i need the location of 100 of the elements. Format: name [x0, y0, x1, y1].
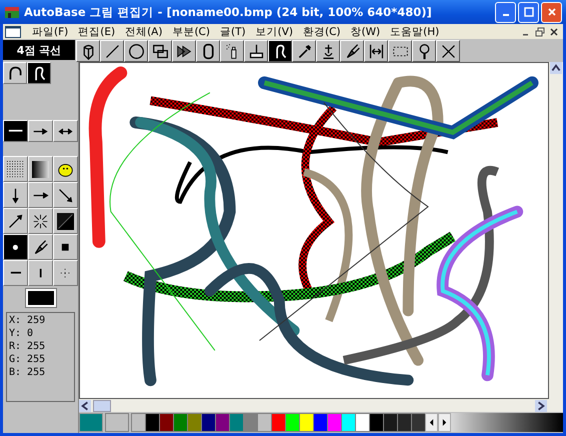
menu-item[interactable]: 도움말(H) — [385, 24, 444, 39]
color-swatch[interactable] — [383, 413, 397, 432]
tool-button[interactable] — [3, 156, 28, 182]
color-swatch[interactable] — [369, 413, 383, 432]
scroll-thumb[interactable] — [93, 400, 111, 412]
minimize-button[interactable] — [495, 2, 516, 22]
maximize-button[interactable] — [518, 2, 539, 22]
tool-button[interactable] — [27, 62, 51, 84]
resize-icon — [368, 42, 384, 60]
tool-button[interactable] — [3, 234, 28, 260]
tool-button[interactable] — [28, 156, 53, 182]
color-swatch[interactable] — [229, 413, 243, 432]
palette-right-button[interactable] — [438, 413, 451, 432]
menu-item[interactable]: 환경(C) — [298, 24, 346, 39]
toolbar-button[interactable] — [268, 40, 292, 62]
color-swatch[interactable] — [299, 413, 313, 432]
document-icon — [5, 26, 21, 38]
menu-item[interactable]: 보기(V) — [250, 24, 298, 39]
tool-button[interactable] — [3, 208, 28, 234]
tool-button[interactable] — [53, 208, 78, 234]
cross-icon — [440, 42, 456, 60]
scroll-left-icon[interactable] — [79, 400, 91, 412]
color-swatch[interactable] — [285, 413, 299, 432]
toolbar-button[interactable] — [412, 40, 436, 62]
brush-icon — [32, 238, 49, 256]
toolbar-button[interactable] — [388, 40, 412, 62]
tool-button[interactable] — [28, 182, 53, 208]
scroll-right-icon[interactable] — [535, 400, 547, 412]
close-icon — [546, 7, 556, 17]
menu-item[interactable]: 창(W) — [346, 24, 386, 39]
line-icon — [8, 129, 24, 133]
maximize-icon — [524, 7, 534, 17]
color-swatch[interactable] — [145, 413, 159, 432]
tool-button[interactable] — [53, 234, 78, 260]
toolbar-button[interactable] — [124, 40, 148, 62]
circle-icon — [128, 42, 144, 60]
color-swatch[interactable] — [313, 413, 327, 432]
tool-button[interactable] — [3, 260, 28, 286]
tool-button[interactable] — [28, 234, 53, 260]
menu-item[interactable]: 부분(C) — [167, 24, 215, 39]
toolbar-button[interactable] — [364, 40, 388, 62]
toolbar-button[interactable] — [436, 40, 460, 62]
tool-button[interactable] — [53, 120, 78, 142]
toolbar-button[interactable] — [100, 40, 124, 62]
toolbar-button[interactable] — [196, 40, 220, 62]
tool-button[interactable] — [53, 156, 78, 182]
dash-icon — [10, 271, 22, 275]
toolbar-button[interactable] — [340, 40, 364, 62]
tool-button[interactable] — [28, 120, 53, 142]
foreground-color-swatch[interactable] — [79, 413, 103, 432]
square-icon — [61, 242, 70, 252]
tool-button[interactable] — [3, 62, 27, 84]
toolbar-button[interactable] — [220, 40, 244, 62]
menu-item[interactable]: 편집(E) — [73, 24, 120, 39]
toolbar-button[interactable] — [172, 40, 196, 62]
color-swatch[interactable] — [131, 413, 145, 432]
color-swatch[interactable] — [271, 413, 285, 432]
menu-item[interactable]: 전체(A) — [120, 24, 168, 39]
tool-button[interactable] — [28, 208, 53, 234]
toolbar-button[interactable] — [148, 40, 172, 62]
coordinate-readout: G: 255 — [9, 353, 46, 366]
vertical-scrollbar[interactable] — [549, 62, 563, 399]
color-swatch[interactable] — [173, 413, 187, 432]
color-swatch[interactable] — [187, 413, 201, 432]
shade-gradient-strip[interactable] — [451, 413, 563, 432]
current-color-swatch[interactable] — [26, 289, 56, 307]
tool-button[interactable] — [3, 182, 28, 208]
menu-item[interactable]: 파일(F) — [27, 24, 74, 39]
color-swatch[interactable] — [397, 413, 411, 432]
restore-icon[interactable] — [535, 26, 545, 36]
coordinate-readout: B: 255 — [9, 366, 46, 379]
toolbar-button[interactable] — [76, 40, 100, 62]
app-icon — [4, 4, 20, 20]
toolbar-button[interactable] — [316, 40, 340, 62]
tool-button[interactable] — [53, 182, 78, 208]
window-title: AutoBase 그림 편집기 - [noname00.bmp (24 bit, 100% 640*480)] — [24, 4, 433, 20]
color-swatch[interactable] — [257, 413, 271, 432]
toolbar-button[interactable] — [244, 40, 268, 62]
gradient-icon — [32, 160, 49, 178]
color-swatch[interactable] — [215, 413, 229, 432]
color-swatch[interactable] — [411, 413, 425, 432]
arrow-diagonal-icon — [57, 186, 74, 204]
toolbar-button[interactable] — [292, 40, 316, 62]
close-icon[interactable] — [549, 26, 559, 36]
palette-left-button[interactable] — [425, 413, 438, 432]
horizontal-scrollbar[interactable] — [79, 399, 563, 412]
right-arrow-icon — [442, 419, 447, 426]
tool-button[interactable] — [3, 120, 28, 142]
color-swatch[interactable] — [355, 413, 369, 432]
scroll-up-icon[interactable] — [550, 62, 562, 74]
color-swatch[interactable] — [243, 413, 257, 432]
color-swatch[interactable] — [201, 413, 215, 432]
color-swatch[interactable] — [159, 413, 173, 432]
line-icon — [104, 42, 120, 60]
color-swatch[interactable] — [341, 413, 355, 432]
paint-roller-icon — [248, 42, 264, 60]
close-button[interactable] — [541, 2, 562, 22]
menu-item[interactable]: 글(T) — [214, 24, 251, 39]
color-swatch[interactable] — [327, 413, 341, 432]
current-tool-label: 4점 곡선 — [3, 40, 75, 60]
